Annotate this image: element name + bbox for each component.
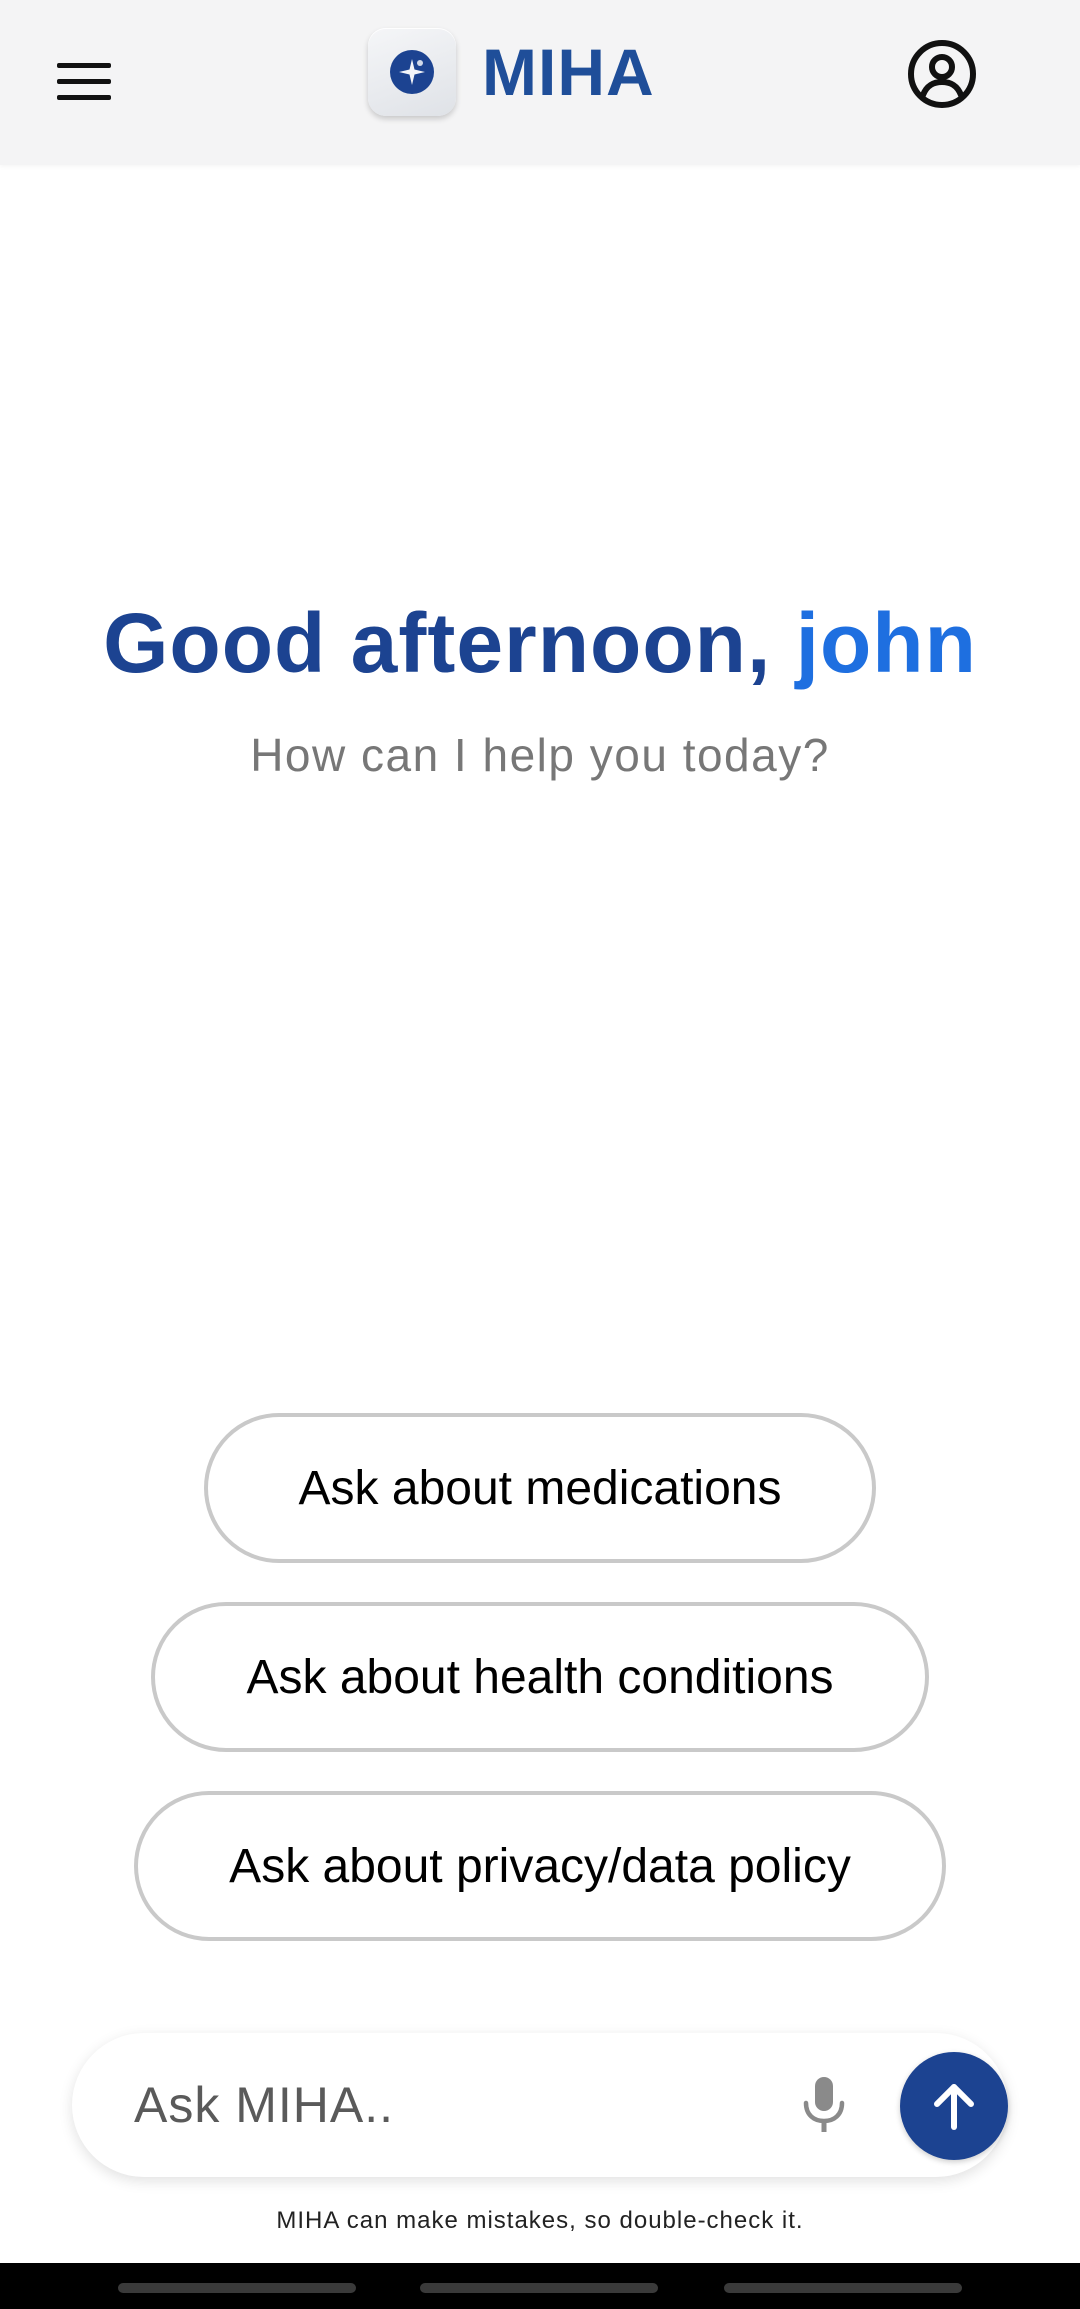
hamburger-menu-icon (57, 63, 111, 101)
top-app-bar: MIHA (0, 0, 1080, 165)
greeting-heading: Good afternoon, john (0, 595, 1080, 692)
greeting-subtitle: How can I help you today? (250, 729, 830, 781)
voice-input-button[interactable] (782, 2063, 866, 2147)
profile-button[interactable] (900, 32, 984, 116)
microphone-icon (803, 2077, 845, 2132)
disclaimer-text: MIHA can make mistakes, so double-check … (276, 2207, 804, 2234)
account-circle-icon (908, 40, 976, 108)
app-screen: MIHA Good afternoon, john How can I help… (0, 0, 1080, 2309)
send-button[interactable] (900, 2052, 1008, 2160)
user-name: john (795, 596, 977, 690)
ask-input[interactable] (132, 2065, 772, 2145)
suggestion-privacy-policy-button[interactable]: Ask about privacy/data policy (134, 1791, 946, 1941)
suggestion-health-conditions-button[interactable]: Ask about health conditions (151, 1602, 929, 1752)
greeting-prefix: Good afternoon, (103, 596, 796, 690)
system-nav-bar (0, 2263, 1080, 2309)
app-name: MIHA (482, 35, 655, 109)
suggestion-medications-button[interactable]: Ask about medications (204, 1413, 876, 1563)
nav-handle (420, 2283, 658, 2293)
app-logo: MIHA (368, 27, 655, 117)
arrow-up-icon (934, 2084, 974, 2130)
nav-handle (118, 2283, 356, 2293)
miha-logo-icon (368, 28, 456, 116)
chat-input-bar (72, 2033, 1008, 2177)
nav-handle (724, 2283, 962, 2293)
menu-button[interactable] (42, 40, 126, 124)
